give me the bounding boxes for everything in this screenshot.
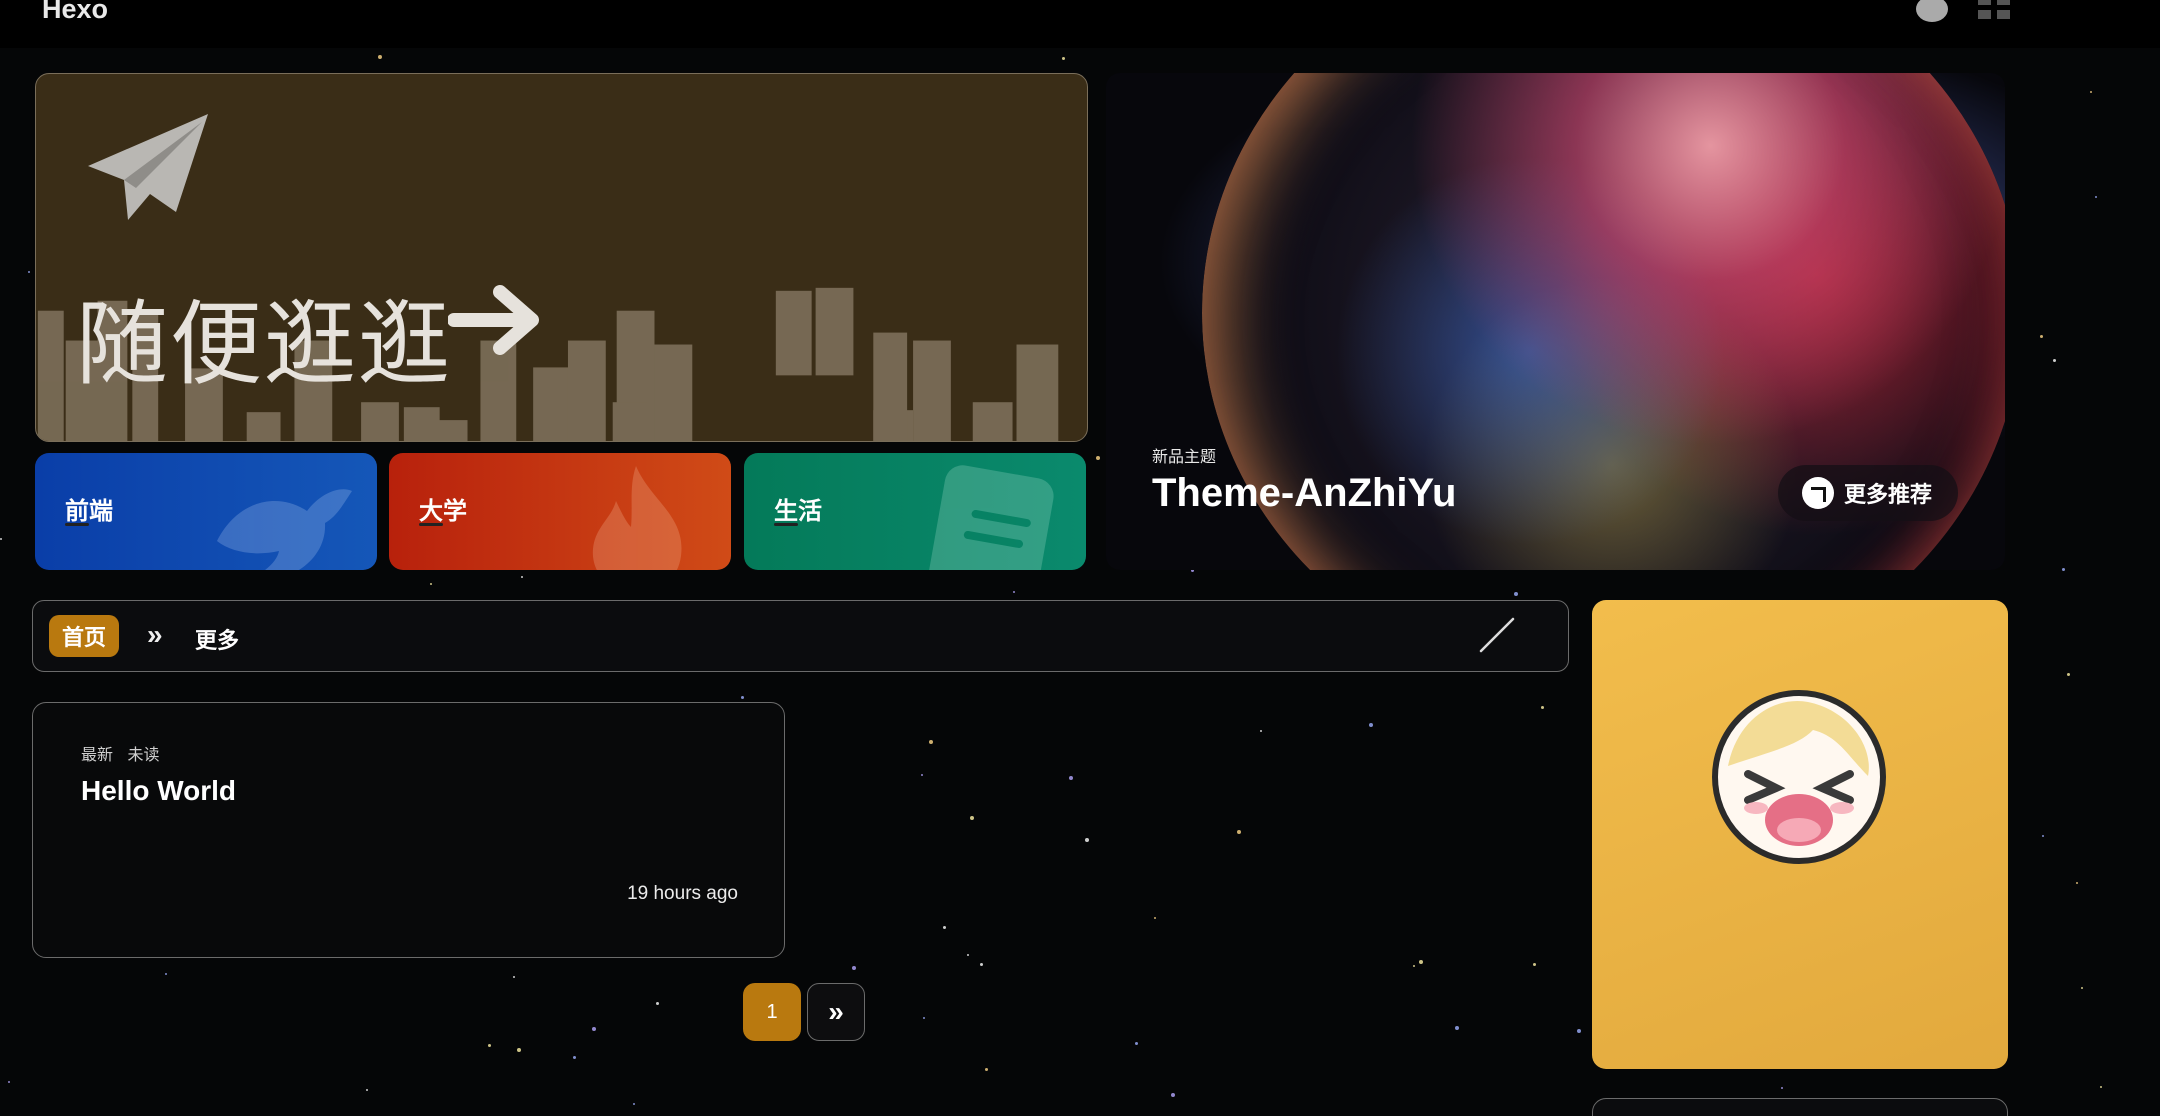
- star-dot: [1154, 917, 1156, 919]
- star-dot: [967, 954, 969, 956]
- star-dot: [2095, 196, 2097, 198]
- page-button-current[interactable]: 1: [743, 983, 801, 1041]
- label-underline: [774, 523, 798, 526]
- avatar-face: [1728, 700, 1869, 846]
- breadcrumb-home[interactable]: 首页: [49, 615, 119, 657]
- site-brand[interactable]: Hexo: [42, 0, 108, 25]
- post-badge-latest: 最新: [81, 747, 114, 764]
- star-dot: [1419, 960, 1423, 964]
- star-dot: [633, 1103, 635, 1105]
- paper-plane-icon: [88, 114, 208, 220]
- star-dot: [1577, 1029, 1581, 1033]
- category-label: 生活: [774, 498, 822, 525]
- star-dot: [1085, 838, 1089, 842]
- breadcrumb-more[interactable]: 更多: [195, 623, 239, 655]
- post-card[interactable]: 最新 未读 Hello World 19 hours ago: [32, 702, 785, 958]
- grid-menu-icon[interactable]: [1978, 0, 2010, 22]
- star-dot: [592, 1027, 596, 1031]
- star-dot: [1413, 965, 1415, 967]
- breadcrumb: 首页 » 更多: [32, 600, 1569, 672]
- star-dot: [2081, 987, 2083, 989]
- featured-tag: 新品主题: [1152, 449, 1217, 466]
- star-dot: [921, 774, 923, 776]
- arrow-up-right-icon: [1802, 477, 1834, 509]
- meteor-decoration: [1479, 617, 1515, 653]
- label-underline: [419, 523, 443, 526]
- star-dot: [1369, 723, 1373, 727]
- flame-icon: [592, 466, 682, 570]
- star-dot: [2062, 568, 2065, 571]
- star-dot: [1062, 57, 1065, 60]
- star-dot: [517, 1048, 521, 1052]
- star-dot: [1455, 1026, 1459, 1030]
- star-dot: [980, 963, 983, 966]
- star-dot: [1171, 1093, 1175, 1097]
- bird-icon: [217, 489, 352, 570]
- star-dot: [1013, 591, 1015, 593]
- post-time: 19 hours ago: [627, 883, 738, 904]
- sidebar-card-secondary: [1592, 1098, 2008, 1116]
- category-college[interactable]: 大学: [389, 453, 731, 570]
- post-meta: 最新 未读: [81, 741, 159, 765]
- more-recommend-button[interactable]: 更多推荐: [1778, 465, 1958, 521]
- more-recommend-label: 更多推荐: [1844, 482, 1933, 507]
- star-dot: [513, 976, 515, 978]
- double-chevron-icon: »: [147, 619, 163, 650]
- avatar[interactable]: [1712, 690, 1886, 864]
- star-dot: [573, 1056, 576, 1059]
- star-dot: [2090, 91, 2092, 93]
- category-label: 前端: [65, 498, 113, 525]
- category-frontend[interactable]: 前端: [35, 453, 377, 570]
- author-card: [1592, 600, 2008, 1069]
- star-dot: [1541, 706, 1544, 709]
- star-dot: [28, 271, 30, 273]
- star-dot: [2100, 1086, 2102, 1088]
- star-dot: [1069, 776, 1073, 780]
- next-page-button[interactable]: »: [807, 983, 865, 1041]
- random-title: 随便逛逛: [76, 291, 453, 398]
- star-dot: [0, 538, 2, 540]
- star-dot: [378, 55, 382, 59]
- category-label: 大学: [419, 498, 467, 525]
- star-dot: [430, 583, 432, 585]
- top-bar: Hexo: [0, 0, 2160, 48]
- star-dot: [929, 740, 933, 744]
- star-dot: [366, 1089, 368, 1091]
- star-dot: [1096, 456, 1100, 460]
- star-dot: [943, 926, 946, 929]
- star-dot: [1533, 963, 1536, 966]
- wechat-icon[interactable]: [1916, 0, 1948, 22]
- featured-theme-card[interactable]: 新品主题 Theme-AnZhiYu 更多推荐: [1106, 73, 2005, 570]
- star-dot: [923, 1017, 925, 1019]
- star-dot: [1514, 592, 1518, 596]
- star-dot: [852, 966, 856, 970]
- star-dot: [2040, 335, 2043, 338]
- star-dot: [1237, 830, 1241, 834]
- star-dot: [2042, 835, 2044, 837]
- star-dot: [1781, 1087, 1783, 1089]
- random-browse-card[interactable]: 随便逛逛: [35, 73, 1088, 442]
- star-dot: [165, 973, 167, 975]
- arrow-right-icon: [448, 285, 539, 355]
- post-badge-unread: 未读: [127, 747, 160, 764]
- star-dot: [985, 1068, 988, 1071]
- featured-title: Theme-AnZhiYu: [1152, 471, 1457, 515]
- star-dot: [8, 1081, 10, 1083]
- star-dot: [1135, 1042, 1138, 1045]
- category-life[interactable]: 生活: [744, 453, 1086, 570]
- star-dot: [2067, 673, 2070, 676]
- post-title[interactable]: Hello World: [81, 775, 236, 807]
- star-dot: [656, 1002, 659, 1005]
- label-underline: [65, 523, 89, 526]
- star-dot: [1260, 730, 1262, 732]
- star-dot: [741, 696, 744, 699]
- star-dot: [2053, 359, 2056, 362]
- star-dot: [521, 576, 523, 578]
- document-icon: [928, 465, 1054, 570]
- star-dot: [488, 1044, 491, 1047]
- star-dot: [970, 816, 974, 820]
- star-dot: [2076, 882, 2078, 884]
